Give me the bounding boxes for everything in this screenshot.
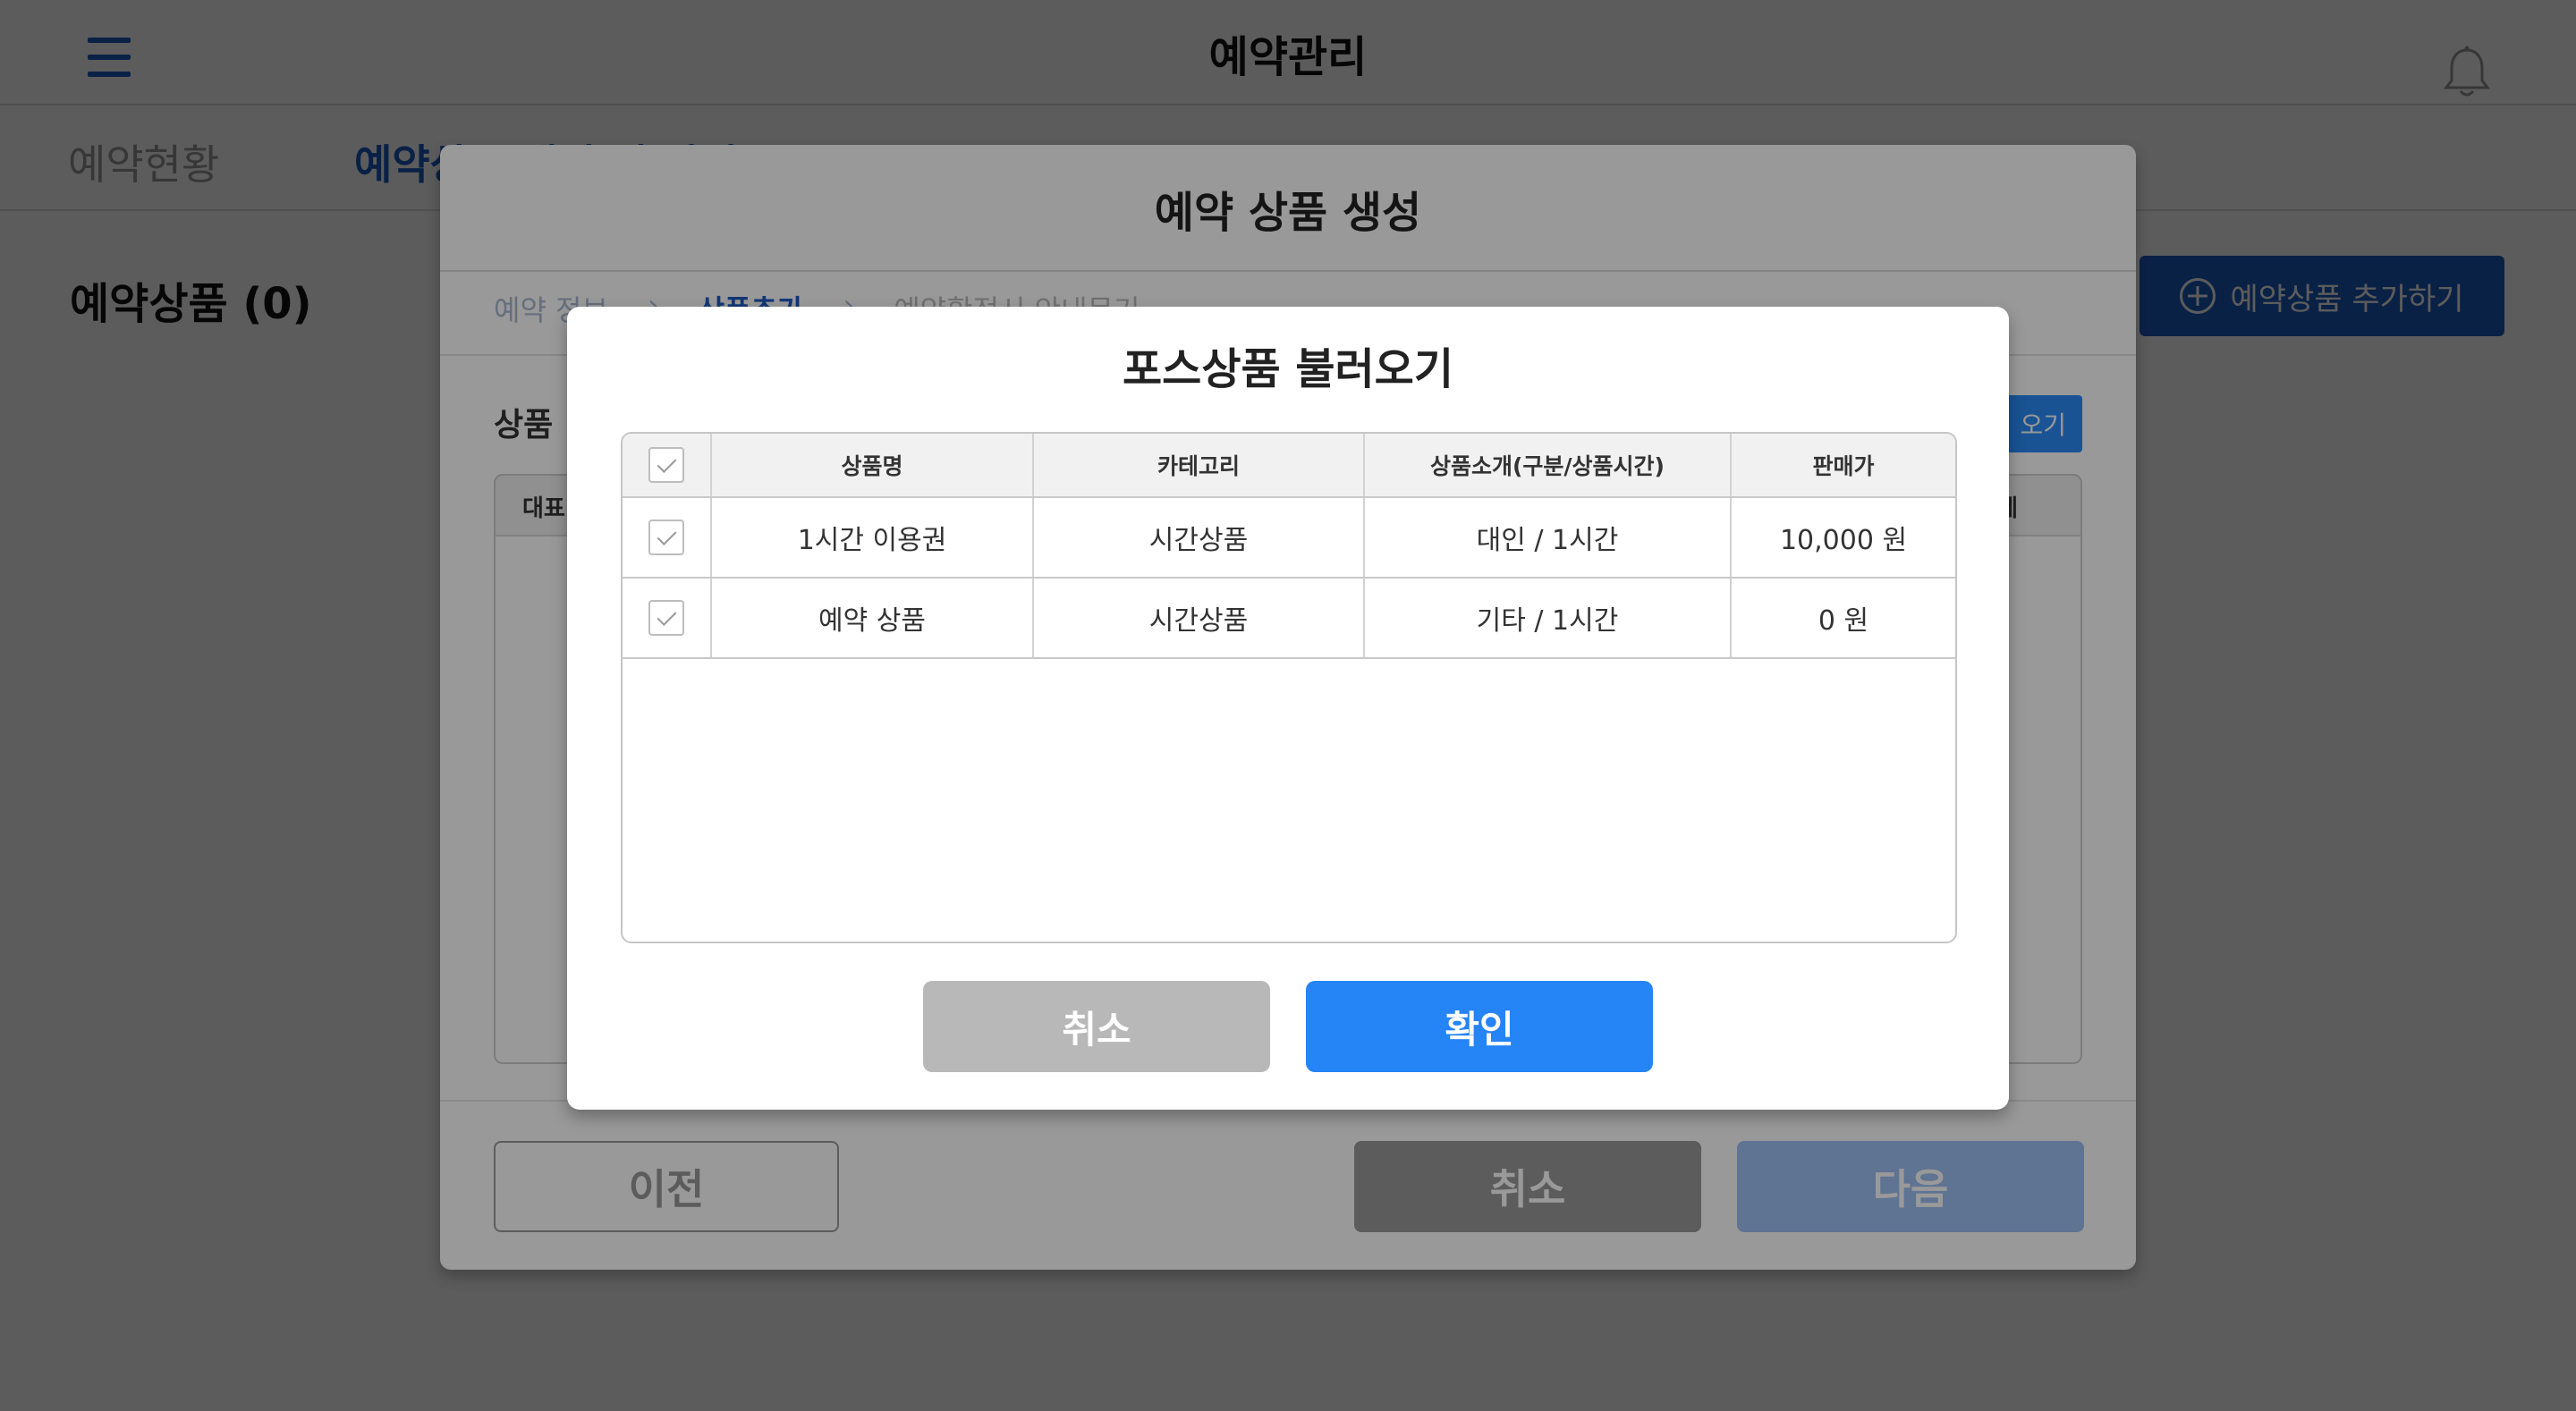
row-checkbox[interactable] (648, 600, 684, 636)
table-row[interactable]: 1시간 이용권 시간상품 대인 / 1시간 10,000 원 (623, 498, 1955, 579)
cell-intro: 대인 / 1시간 (1365, 498, 1732, 577)
table-header: 상품명 카테고리 상품소개(구분/상품시간) 판매가 (623, 434, 1955, 498)
pos-product-table: 상품명 카테고리 상품소개(구분/상품시간) 판매가 1시간 이용권 시간상품 … (621, 432, 1957, 943)
dialog-title: 포스상품 불러오기 (1123, 344, 1453, 394)
cell-intro: 기타 / 1시간 (1365, 579, 1732, 657)
select-all-checkbox[interactable] (648, 447, 684, 483)
table-row[interactable]: 예약 상품 시간상품 기타 / 1시간 0 원 (623, 579, 1955, 659)
column-header-intro: 상품소개(구분/상품시간) (1365, 434, 1732, 496)
cell-category: 시간상품 (1034, 498, 1365, 577)
row-checkbox[interactable] (648, 520, 684, 555)
row-checkbox-cell (623, 498, 712, 577)
column-header-name: 상품명 (712, 434, 1034, 496)
pos-product-import-dialog: 포스상품 불러오기 상품명 카테고리 상품소개(구분/상품시간) 판매가 1시간… (567, 307, 2009, 1110)
column-header-category: 카테고리 (1034, 434, 1365, 496)
cell-name: 예약 상품 (712, 579, 1034, 657)
header-checkbox-cell (623, 434, 712, 496)
cell-category: 시간상품 (1034, 579, 1365, 657)
cell-name: 1시간 이용권 (712, 498, 1034, 577)
column-header-price: 판매가 (1812, 453, 1875, 479)
dialog-cancel-button[interactable]: 취소 (923, 981, 1270, 1072)
cell-price: 10,000 원 (1779, 525, 1908, 556)
row-checkbox-cell (623, 579, 712, 657)
dialog-confirm-button[interactable]: 확인 (1306, 981, 1653, 1072)
cell-price: 0 원 (1818, 605, 1869, 637)
